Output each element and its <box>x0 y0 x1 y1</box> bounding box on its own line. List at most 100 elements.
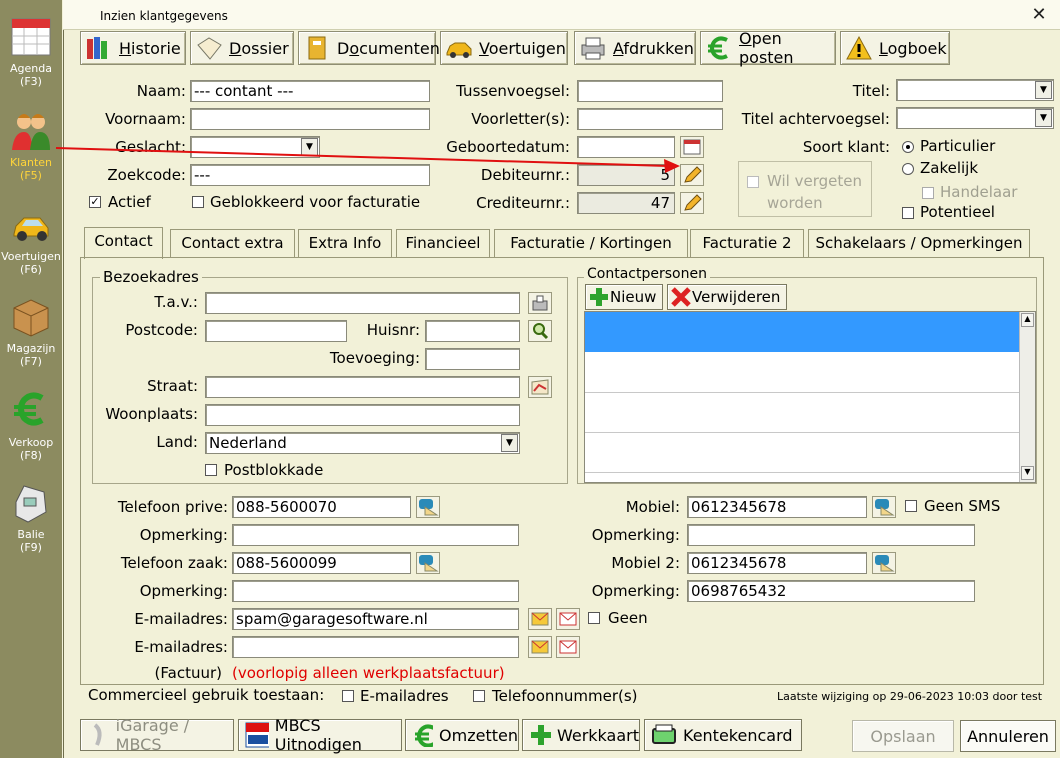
plus-icon <box>531 725 551 745</box>
card-icon <box>652 724 676 744</box>
euro-icon <box>415 724 434 747</box>
geen-email-checkbox[interactable] <box>588 612 600 624</box>
scanner-icon <box>532 295 548 311</box>
call-mobiel-button[interactable] <box>872 496 896 518</box>
bezoekadres-title: Bezoekadres <box>100 268 202 286</box>
mbcs-uitnodigen-button[interactable]: MBCS Uitnodigen <box>238 716 402 754</box>
igarage-icon <box>93 723 102 746</box>
mail-icon <box>531 640 549 654</box>
tab-schakelaars-opmerkingen[interactable]: Schakelaars / Opmerkingen <box>808 229 1030 257</box>
omzetten-button[interactable]: Omzetten <box>405 719 519 751</box>
opmerking-4-field[interactable]: 0698765432 <box>687 580 975 602</box>
woonplaats-field[interactable] <box>205 404 520 426</box>
contactpersonen-title: Contactpersonen <box>584 266 710 282</box>
list-item-selected[interactable] <box>585 312 1019 352</box>
tab-facturatie-2[interactable]: Facturatie 2 <box>690 229 804 257</box>
kentekencard-label: Kentekencard <box>683 725 793 745</box>
opmerking-1-field[interactable] <box>232 524 519 546</box>
tab-contact[interactable]: Contact <box>84 227 163 259</box>
straat-field[interactable] <box>205 376 520 398</box>
opslaan-button: Opslaan <box>852 720 954 752</box>
list-row-divider <box>585 392 1019 393</box>
scroll-down-icon[interactable]: ▼ <box>1021 466 1034 480</box>
omzetten-label: Omzetten <box>439 725 518 745</box>
email-2-send-button[interactable] <box>556 636 580 658</box>
list-row-divider <box>585 472 1019 473</box>
map-icon <box>531 379 549 395</box>
phone-icon <box>875 555 895 572</box>
email-2-compose-button[interactable] <box>528 636 552 658</box>
commercieel-tel-label: Telefoonnummer(s) <box>492 687 638 705</box>
tab-contact-extra[interactable]: Contact extra <box>170 229 295 257</box>
verwijderen-label: Verwijderen <box>692 288 781 306</box>
straat-label: Straat: <box>147 377 198 395</box>
igarage-label: iGarage / MBCS <box>115 716 190 754</box>
opmerking-3-field[interactable] <box>687 524 975 546</box>
email-1-compose-button[interactable] <box>528 608 552 630</box>
scrollbar[interactable]: ▲ ▼ <box>1019 312 1035 482</box>
tav-lookup-button[interactable] <box>528 292 552 314</box>
plus-icon <box>590 288 608 306</box>
huisnr-label: Huisnr: <box>366 321 420 339</box>
contactpersonen-list[interactable]: ▲ ▼ <box>584 311 1036 483</box>
land-label: Land: <box>156 433 198 451</box>
opmerking-2-label: Opmerking: <box>139 582 228 600</box>
tab-facturatie-kortingen[interactable]: Facturatie / Kortingen <box>494 229 688 257</box>
postblokkade-label: Postblokkade <box>224 461 324 479</box>
list-row-divider <box>585 432 1019 433</box>
werkkaart-button[interactable]: Werkkaart <box>522 719 640 751</box>
phone-icon <box>875 499 895 516</box>
opmerking-2-field[interactable] <box>232 580 519 602</box>
tab-financieel[interactable]: Financieel <box>396 229 490 257</box>
commercieel-email-label: E-mailadres <box>360 687 449 705</box>
mail-send-icon <box>559 612 577 626</box>
commercieel-email-checkbox[interactable] <box>342 690 354 702</box>
mbcs-label: MBCS Uitnodigen <box>274 716 362 754</box>
call-tel-zaak-button[interactable] <box>416 552 440 574</box>
land-select[interactable]: Nederland ▼ <box>205 432 520 454</box>
postblokkade-checkbox[interactable] <box>205 464 217 476</box>
nieuw-label: Nieuw <box>610 288 657 306</box>
email-1-field[interactable]: spam@garagesoftware.nl <box>232 608 519 630</box>
kentekencard-button[interactable]: Kentekencard <box>644 719 802 751</box>
commercieel-tel-checkbox[interactable] <box>473 690 485 702</box>
email-2-label: E-mailadres: <box>134 638 228 656</box>
werkkaart-label: Werkkaart <box>556 725 639 745</box>
mobiel-label: Mobiel: <box>625 498 680 516</box>
tel-prive-label: Telefoon prive: <box>117 498 228 516</box>
tel-prive-field[interactable]: 088-5600070 <box>232 496 411 518</box>
email-1-send-button[interactable] <box>556 608 580 630</box>
geen-sms-checkbox[interactable] <box>905 500 917 512</box>
mail-icon <box>531 612 549 626</box>
email-1-label: E-mailadres: <box>134 610 228 628</box>
toevoeging-field[interactable] <box>425 348 520 370</box>
huisnr-field[interactable] <box>425 320 520 342</box>
factuur-label: (Factuur) <box>154 664 222 682</box>
delete-icon <box>671 287 691 307</box>
tav-field[interactable] <box>205 292 520 314</box>
laatste-wijziging: Laatste wijziging op 29-06-2023 10:03 do… <box>777 690 1043 703</box>
factuur-note: (voorlopig alleen werkplaatsfactuur) <box>232 664 505 682</box>
nieuw-contact-button[interactable]: Nieuw <box>585 284 663 310</box>
scroll-up-icon[interactable]: ▲ <box>1021 313 1034 327</box>
mobiel-2-field[interactable]: 0612345678 <box>687 552 867 574</box>
chevron-down-icon[interactable]: ▼ <box>501 434 518 452</box>
call-tel-prive-button[interactable] <box>416 496 440 518</box>
verwijderen-contact-button[interactable]: Verwijderen <box>667 284 787 310</box>
commercieel-label: Commercieel gebruik toestaan: <box>88 686 325 704</box>
postcode-field[interactable] <box>205 320 347 342</box>
tab-extra-info[interactable]: Extra Info <box>298 229 392 257</box>
tav-label: T.a.v.: <box>154 293 198 311</box>
tel-zaak-field[interactable]: 088-5600099 <box>232 552 411 574</box>
tel-zaak-label: Telefoon zaak: <box>120 554 228 572</box>
geen-email-label: Geen <box>608 609 648 627</box>
call-mobiel-2-button[interactable] <box>872 552 896 574</box>
mobiel-field[interactable]: 0612345678 <box>687 496 867 518</box>
route-button[interactable] <box>528 376 552 398</box>
phone-icon <box>419 499 439 516</box>
annuleren-button[interactable]: Annuleren <box>960 720 1056 752</box>
email-2-field[interactable] <box>232 636 519 658</box>
address-search-button[interactable] <box>528 320 552 342</box>
mail-send-icon <box>559 640 577 654</box>
phone-icon <box>419 555 439 572</box>
